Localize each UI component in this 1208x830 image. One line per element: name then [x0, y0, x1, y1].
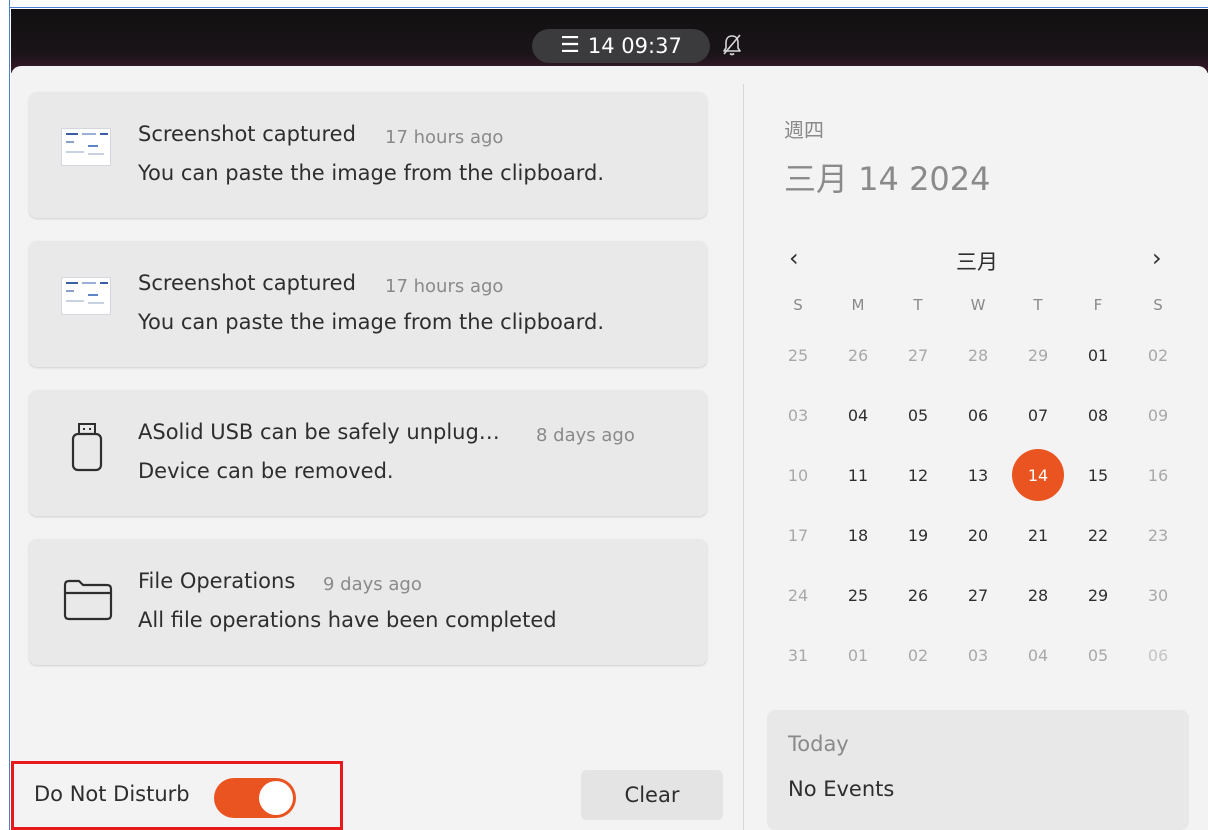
day-header: T	[1033, 296, 1043, 314]
calendar-day[interactable]: 17	[768, 505, 828, 565]
calendar-day[interactable]: 04	[828, 385, 888, 445]
calendar-day[interactable]: 02	[888, 625, 948, 685]
dnd-toggle[interactable]	[214, 778, 296, 818]
calendar-day[interactable]: 22	[1068, 505, 1128, 565]
notification-card[interactable]: Screenshot captured 17 hours ago You can…	[29, 92, 707, 218]
calendar-day[interactable]: 27	[888, 325, 948, 385]
notification-card[interactable]: File Operations 9 days ago All file oper…	[29, 539, 707, 665]
next-month-button[interactable]: ›	[1152, 244, 1162, 272]
day-header: M	[851, 296, 865, 314]
calendar-day[interactable]: 20	[948, 505, 1008, 565]
notification-time: 8 days ago	[536, 425, 635, 446]
calendar-day[interactable]: 05	[888, 385, 948, 445]
calendar-day[interactable]: 31	[768, 625, 828, 685]
calendar-week: 17 18 19 20 21 22 23	[768, 505, 1188, 565]
prev-month-button[interactable]: ‹	[789, 244, 799, 272]
notification-body: You can paste the image from the clipboa…	[138, 161, 605, 185]
calendar-day[interactable]: 01	[1068, 325, 1128, 385]
calendar-week: 24 25 26 27 28 29 30	[768, 565, 1188, 625]
calendar-day[interactable]: 09	[1128, 385, 1188, 445]
menu-icon: ☰	[560, 33, 580, 58]
calendar-day[interactable]: 10	[768, 445, 828, 505]
calendar-day[interactable]: 06	[948, 385, 1008, 445]
notification-body: You can paste the image from the clipboa…	[138, 310, 605, 334]
calendar-day[interactable]: 25	[768, 325, 828, 385]
calendar-day[interactable]: 21	[1008, 505, 1068, 565]
day-header: S	[1153, 296, 1163, 314]
calendar-day[interactable]: 16	[1128, 445, 1188, 505]
calendar-day[interactable]: 24	[768, 565, 828, 625]
calendar-day[interactable]: 05	[1068, 625, 1128, 685]
calendar-day[interactable]: 03	[768, 385, 828, 445]
calendar-day[interactable]: 27	[948, 565, 1008, 625]
events-section[interactable]: Today No Events	[767, 710, 1189, 830]
folder-icon	[63, 579, 113, 621]
calendar-day[interactable]: 26	[888, 565, 948, 625]
notification-time: 17 hours ago	[385, 127, 504, 148]
events-title: Today	[788, 732, 849, 756]
notification-body: All file operations have been completed	[138, 608, 557, 632]
calendar-day[interactable]: 29	[1008, 325, 1068, 385]
screenshot-thumbnail-icon	[61, 273, 115, 327]
clock-label: 14 09:37	[587, 34, 682, 58]
calendar-day[interactable]: 29	[1068, 565, 1128, 625]
clock-button[interactable]: ☰ 14 09:37	[532, 29, 710, 63]
calendar-week: 25 26 27 28 29 01 02	[768, 325, 1188, 385]
calendar-day[interactable]: 25	[828, 565, 888, 625]
calendar-day[interactable]: 01	[828, 625, 888, 685]
day-header: T	[913, 296, 923, 314]
panel-divider	[743, 84, 744, 830]
notification-card[interactable]: ASolid USB can be safely unplug… 8 days …	[29, 390, 707, 516]
clear-button[interactable]: Clear	[581, 770, 723, 820]
day-header: S	[793, 296, 803, 314]
calendar-day[interactable]: 02	[1128, 325, 1188, 385]
calendar-month-label: 三月	[956, 250, 998, 274]
calendar-day[interactable]: 12	[888, 445, 948, 505]
calendar-day[interactable]: 28	[948, 325, 1008, 385]
calendar-day[interactable]: 19	[888, 505, 948, 565]
calendar-week: 31 01 02 03 04 05 06	[768, 625, 1188, 685]
calendar-day[interactable]: 07	[1008, 385, 1068, 445]
window-frame-top	[0, 0, 1208, 8]
window-frame-left	[0, 0, 10, 830]
top-bar: ☰ 14 09:37	[11, 9, 1208, 73]
today-marker: 14	[1012, 449, 1064, 501]
calendar-week: 03 04 05 06 07 08 09	[768, 385, 1188, 445]
usb-drive-icon	[71, 423, 103, 472]
calendar-day[interactable]: 28	[1008, 565, 1068, 625]
calendar-day[interactable]: 06	[1128, 625, 1188, 685]
notification-time: 9 days ago	[323, 574, 422, 595]
weekday-label[interactable]: 週四	[784, 114, 824, 143]
notification-title: File Operations	[138, 569, 296, 593]
calendar-week: 10 11 12 13 14 15 16	[768, 445, 1188, 505]
notification-title: ASolid USB can be safely unplug…	[138, 420, 500, 444]
bell-off-icon[interactable]	[721, 33, 743, 57]
calendar-grid: S M T W T F S 25 26 27 28 29 01 02 03 04…	[768, 285, 1188, 685]
calendar-day[interactable]: 26	[828, 325, 888, 385]
calendar-day[interactable]: 30	[1128, 565, 1188, 625]
toggle-knob	[259, 781, 293, 815]
notification-card[interactable]: Screenshot captured 17 hours ago You can…	[29, 241, 707, 367]
no-events-label: No Events	[788, 777, 895, 801]
calendar-day[interactable]: 18	[828, 505, 888, 565]
day-header-row: S M T W T F S	[768, 285, 1188, 325]
day-header: F	[1093, 296, 1103, 314]
calendar-day[interactable]: 04	[1008, 625, 1068, 685]
calendar-day[interactable]: 15	[1068, 445, 1128, 505]
calendar-day[interactable]: 03	[948, 625, 1008, 685]
calendar-day[interactable]: 23	[1128, 505, 1188, 565]
calendar-day[interactable]: 11	[828, 445, 888, 505]
calendar-day[interactable]: 08	[1068, 385, 1128, 445]
full-date-label[interactable]: 三月 14 2024	[784, 154, 991, 200]
notification-body: Device can be removed.	[138, 459, 394, 483]
notification-title: Screenshot captured	[138, 122, 356, 146]
calendar-day[interactable]: 13	[948, 445, 1008, 505]
calendar-day-today[interactable]: 14	[1008, 445, 1068, 505]
day-header: W	[970, 296, 986, 314]
notification-time: 17 hours ago	[385, 276, 504, 297]
screenshot-thumbnail-icon	[61, 124, 115, 178]
dnd-label: Do Not Disturb	[34, 782, 190, 806]
notification-title: Screenshot captured	[138, 271, 356, 295]
